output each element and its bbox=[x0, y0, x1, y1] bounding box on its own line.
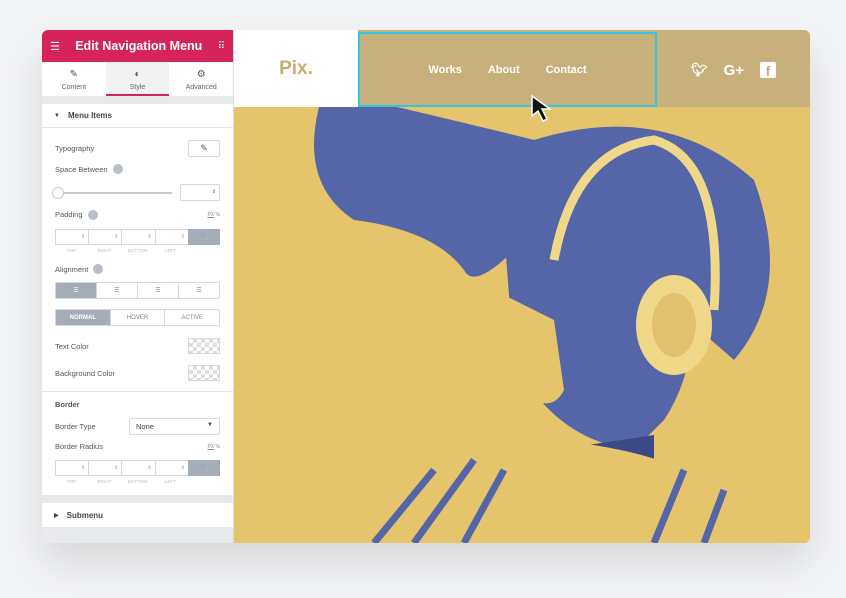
contrast-icon: ◐ bbox=[134, 69, 141, 80]
space-between-slider[interactable] bbox=[52, 186, 172, 199]
alignment-label: Alignment bbox=[55, 264, 89, 274]
panel-header: ☰ Edit Navigation Menu ⠿ bbox=[42, 30, 233, 62]
space-between-label: Space Between bbox=[55, 164, 108, 174]
site-preview: Pix. Works About Contact 🐦︎ G+ f bbox=[234, 30, 810, 543]
nav-link-works[interactable]: Works bbox=[428, 64, 461, 76]
tab-style[interactable]: ◐ Style bbox=[105, 62, 170, 96]
border-radius-label: Border Radius bbox=[55, 442, 103, 451]
google-plus-icon[interactable]: G+ bbox=[724, 62, 744, 79]
section-submenu[interactable]: ▶ Submenu bbox=[42, 503, 233, 527]
mouse-cursor-icon bbox=[531, 94, 553, 123]
background-color-picker[interactable] bbox=[188, 365, 220, 381]
padding-bottom-input[interactable]: ⇕ bbox=[121, 229, 155, 245]
apps-grid-icon[interactable]: ⠿ bbox=[218, 41, 225, 52]
tab-content[interactable]: ✎ Content bbox=[42, 62, 106, 96]
radius-bottom-input[interactable]: ⇕ bbox=[121, 460, 155, 476]
tab-active[interactable]: ACTIVE bbox=[164, 310, 219, 325]
pencil-icon: ✎ bbox=[69, 69, 79, 80]
align-left-button[interactable]: ☰ bbox=[56, 283, 96, 298]
padding-left-input[interactable]: ⇕ bbox=[154, 229, 188, 245]
tab-hover[interactable]: HOVER bbox=[109, 310, 165, 325]
radius-left-input[interactable]: ⇕ bbox=[154, 460, 188, 476]
dim-label: TOP bbox=[66, 248, 77, 253]
border-type-select[interactable]: None ▼ bbox=[129, 418, 220, 435]
align-right-button[interactable]: ☰ bbox=[137, 283, 178, 298]
align-center-button[interactable]: ☰ bbox=[96, 283, 137, 298]
tab-advanced[interactable]: ⚙ Advanced bbox=[169, 62, 233, 96]
padding-label: Padding bbox=[55, 210, 83, 219]
dim-label: BOTTOM bbox=[127, 248, 148, 253]
border-heading: Border bbox=[55, 400, 80, 409]
site-logo[interactable]: Pix. bbox=[234, 30, 358, 107]
typography-edit-button[interactable]: ✎ bbox=[188, 140, 220, 157]
background-color-label: Background Color bbox=[55, 368, 116, 378]
editor-window: ☰ Edit Navigation Menu ⠿ ✎ Content ◐ Style… bbox=[42, 30, 810, 543]
border-type-label: Border Type bbox=[55, 422, 96, 431]
section-title: Submenu bbox=[66, 510, 104, 520]
unit-percent[interactable]: % bbox=[216, 212, 220, 218]
align-justify-button[interactable]: ☰ bbox=[178, 283, 219, 298]
section-menu-items[interactable]: ▼ Menu Items bbox=[42, 104, 233, 128]
typography-label: Typography bbox=[55, 144, 95, 153]
padding-top-input[interactable]: ⇕ bbox=[55, 229, 89, 245]
nav-link-contact[interactable]: Contact bbox=[546, 64, 587, 76]
dim-label: RIGHT bbox=[97, 479, 112, 484]
tab-label: Advanced bbox=[185, 84, 217, 91]
hamburger-menu-icon[interactable]: ☰ bbox=[50, 40, 60, 53]
unit-px[interactable]: PX bbox=[207, 212, 214, 218]
radius-right-input[interactable]: ⇕ bbox=[88, 460, 122, 476]
unit-percent[interactable]: % bbox=[216, 444, 220, 450]
caret-right-icon: ▶ bbox=[54, 512, 59, 519]
nav-menu-selected[interactable]: Works About Contact bbox=[358, 32, 657, 107]
dropdown-arrow-icon: ▼ bbox=[207, 422, 213, 428]
dim-label: LEFT bbox=[164, 479, 176, 484]
space-between-input[interactable]: ⇕ bbox=[180, 184, 220, 201]
link-values-icon[interactable]: 🔗 bbox=[187, 460, 221, 476]
link-values-icon[interactable]: 🔗 bbox=[187, 229, 221, 245]
dim-label: BOTTOM bbox=[127, 479, 148, 484]
dim-label: LEFT bbox=[164, 248, 176, 253]
dim-label: RIGHT bbox=[97, 248, 112, 253]
text-color-picker[interactable] bbox=[188, 338, 220, 354]
radius-top-input[interactable]: ⇕ bbox=[55, 460, 89, 476]
tab-normal[interactable]: NORMAL bbox=[56, 310, 110, 325]
facebook-icon[interactable]: f bbox=[760, 62, 776, 79]
caret-down-icon: ▼ bbox=[54, 112, 60, 119]
padding-right-input[interactable]: ⇕ bbox=[88, 229, 122, 245]
responsive-icon[interactable] bbox=[87, 210, 98, 221]
tab-label: Style bbox=[129, 84, 146, 91]
select-value: None bbox=[136, 422, 154, 431]
nav-link-about[interactable]: About bbox=[488, 64, 520, 76]
panel-title: Edit Navigation Menu bbox=[75, 39, 203, 53]
tab-label: Content bbox=[61, 84, 87, 91]
editor-panel: ☰ Edit Navigation Menu ⠿ ✎ Content ◐ Style… bbox=[42, 30, 234, 543]
dim-label: TOP bbox=[66, 479, 77, 484]
responsive-icon[interactable] bbox=[93, 264, 104, 274]
section-title: Menu Items bbox=[67, 111, 112, 120]
twitter-icon[interactable]: 🐦︎ bbox=[691, 62, 708, 79]
text-color-label: Text Color bbox=[55, 341, 89, 351]
responsive-icon[interactable] bbox=[112, 164, 123, 174]
gear-icon: ⚙ bbox=[196, 69, 206, 80]
unit-px[interactable]: PX bbox=[207, 444, 214, 450]
